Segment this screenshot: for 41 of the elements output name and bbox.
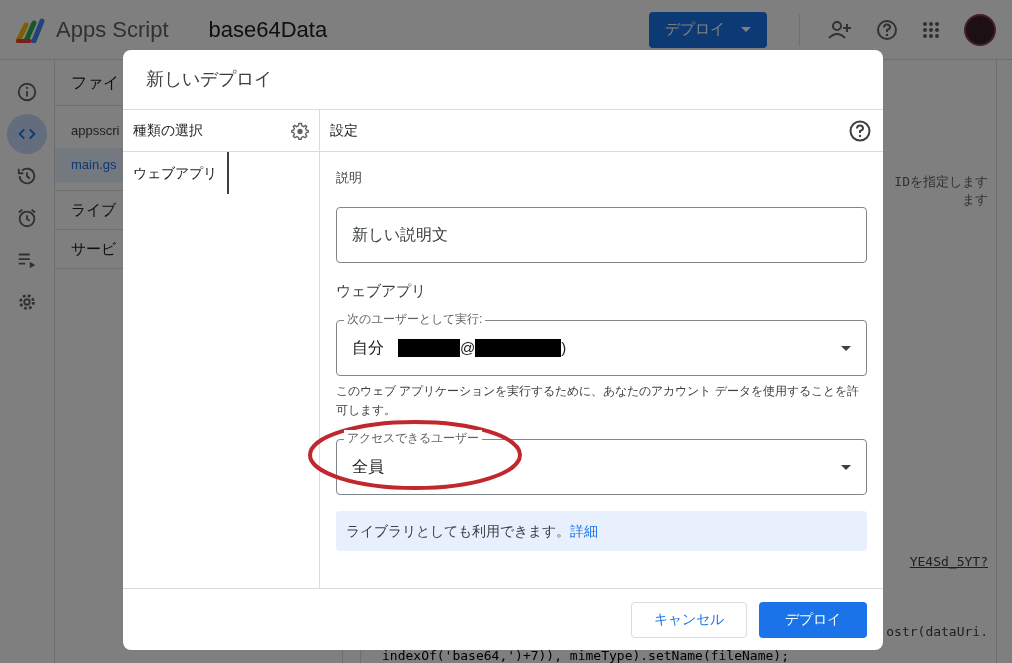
field-label: 説明: [336, 169, 363, 187]
product-name: Apps Script: [56, 16, 169, 44]
deploy-button[interactable]: デプロイ: [759, 601, 867, 638]
dropdown-arrow-icon: [841, 464, 851, 470]
alarm-clock-icon: [16, 207, 38, 229]
dropdown-arrow-icon: [841, 345, 851, 351]
deploy-button[interactable]: デプロイ: [649, 11, 767, 48]
field-label: アクセスできるユーザー: [344, 430, 482, 446]
rail-button[interactable]: [7, 114, 47, 154]
email-fragment: @: [460, 337, 476, 358]
email-fragment: ): [561, 337, 567, 358]
code-line: IDを指定します: [894, 173, 988, 191]
info-icon: [16, 81, 38, 103]
cancel-button[interactable]: キャンセル: [631, 601, 747, 638]
description-field[interactable]: 新しい説明文: [336, 206, 867, 263]
caret-icon: [741, 27, 751, 32]
code-line: ostr(dataUri.: [886, 623, 988, 641]
code-line: YE4Sd_5YT?: [909, 553, 988, 571]
permission-note: このウェブ アプリケーションを実行するために、あなたのアカウント データを使用することを許可します。: [336, 383, 860, 419]
select-value: 全員: [352, 457, 384, 477]
code-line: indexOf('base64,')+7)), mimeType).setName(fileName);: [382, 650, 789, 662]
apps-grid-icon[interactable]: [922, 20, 940, 39]
details-link[interactable]: 詳細: [570, 520, 598, 542]
avatar[interactable]: [964, 13, 996, 46]
settings-icon[interactable]: [291, 121, 309, 140]
panel-header: 種類の選択: [133, 121, 203, 140]
redaction: [398, 339, 460, 357]
section-title: ウェブアプリ: [336, 280, 427, 301]
logo-icon: [16, 16, 48, 43]
help-icon[interactable]: [849, 119, 871, 142]
project-name[interactable]: base64Data: [208, 13, 328, 46]
info-text: ライブラリとしても利用できます。: [346, 521, 570, 541]
history-icon: [16, 165, 38, 187]
settings-icon: [16, 291, 38, 313]
type-option[interactable]: ウェブアプリ: [123, 152, 229, 194]
panel-header: 設定: [330, 121, 358, 140]
code-line: ます: [962, 191, 988, 209]
select-value: 自分: [352, 338, 384, 358]
add-person-icon[interactable]: [828, 20, 852, 39]
dialog-title: 新しいデプロイ: [146, 68, 272, 91]
field-label: 次のユーザーとして実行:: [344, 311, 486, 327]
